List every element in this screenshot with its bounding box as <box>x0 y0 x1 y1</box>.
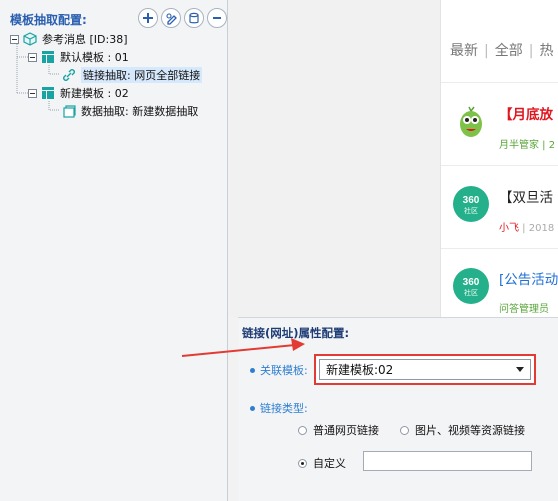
tree-node-label: 链接抽取: 网页全部链接 <box>81 67 203 83</box>
news-meta: 小飞 | 2018 <box>499 219 554 234</box>
360-community-avatar[interactable]: 360 社区 <box>453 186 489 222</box>
link-type-label-text: 链接类型: <box>260 402 308 415</box>
plus-icon <box>143 13 153 23</box>
news-title[interactable]: 【双旦活 <box>499 186 553 206</box>
collapse-toggle[interactable] <box>10 34 19 44</box>
news-tabs: 最新 | 全部 | 热 <box>450 43 554 59</box>
cube-icon <box>22 31 38 47</box>
template-icon <box>40 49 56 65</box>
svg-text:360: 360 <box>463 195 480 206</box>
tree-node-label: 新建模板 : 02 <box>60 87 129 100</box>
link-icon <box>61 67 77 83</box>
collapse-toggle[interactable] <box>28 88 37 98</box>
radio-label: 普通网页链接 <box>313 424 379 437</box>
collapse-toggle[interactable] <box>28 52 37 62</box>
related-template-label: 关联模板: <box>250 362 308 378</box>
edit-link-button[interactable] <box>161 8 181 28</box>
related-template-select[interactable]: 新建模板:02 <box>319 359 531 380</box>
tab-all[interactable]: 全部 <box>495 43 523 59</box>
template-config-panel: 模板抽取配置: 参考消息 [ID:38] 默认模板: 01 链接抽取: 网页全… <box>0 0 228 501</box>
related-template-label-text: 关联模板: <box>260 364 308 377</box>
add-data-button[interactable] <box>184 8 204 28</box>
tree-node-link-extract[interactable]: 链接抽取: 网页全部链接 <box>61 66 203 84</box>
radio-custom[interactable]: 自定义 <box>298 455 346 471</box>
news-author[interactable]: 小飞 <box>499 223 519 234</box>
divider <box>441 82 558 83</box>
tree-node-label: 默认模板 : 01 <box>60 51 129 64</box>
divider <box>441 248 558 249</box>
highlight-box: 新建模板:02 <box>314 354 536 385</box>
news-meta: 月半管家 | 2 <box>499 140 556 151</box>
link-edit-icon <box>165 12 177 25</box>
tree-node-label: 数据抽取: 新建数据抽取 <box>81 105 199 118</box>
news-title[interactable]: 【月底放 <box>499 103 553 123</box>
custom-link-input[interactable] <box>363 451 532 471</box>
radio-normal-link[interactable]: 普通网页链接 <box>298 422 379 438</box>
bullet-icon <box>250 367 255 373</box>
tab-latest[interactable]: 最新 <box>450 43 478 59</box>
template-icon <box>40 85 56 101</box>
radio-button[interactable] <box>400 425 409 435</box>
tree-node-root[interactable]: 参考消息 [ID:38] <box>10 30 128 48</box>
radio-button[interactable] <box>298 425 307 435</box>
divider <box>441 165 558 166</box>
attr-panel-title: 链接(网址)属性配置: <box>242 326 350 340</box>
tree-node-label: 参考消息 [ID:38] <box>42 33 128 46</box>
news-title[interactable]: [公告活动 <box>499 268 558 288</box>
minus-icon <box>213 17 221 19</box>
svg-text:360: 360 <box>463 277 480 288</box>
web-page-preview: 最新 | 全部 | 热 【月底放 月半管家 | 2 360 社区 【双旦活 小飞 | 20… <box>440 0 558 317</box>
mascot-avatar[interactable] <box>453 104 489 140</box>
news-meta: 问答管理员 <box>499 304 549 315</box>
data-extract-icon <box>61 103 77 119</box>
tree-toolbar <box>138 8 227 28</box>
tree-node-data-extract[interactable]: 数据抽取: 新建数据抽取 <box>61 102 198 120</box>
tree-node-new-template[interactable]: 新建模板 : 02 <box>28 84 129 102</box>
preview-background <box>229 0 440 317</box>
radio-label: 自定义 <box>313 457 346 470</box>
news-date: | 2018 <box>519 223 555 234</box>
radio-resource-link[interactable]: 图片、视频等资源链接 <box>400 422 525 438</box>
tree-node-default-template[interactable]: 默认模板 : 01 <box>28 48 129 66</box>
link-type-label: 链接类型: <box>250 400 308 416</box>
svg-text:社区: 社区 <box>464 206 478 215</box>
panel-title: 模板抽取配置: <box>10 13 87 27</box>
360-community-avatar[interactable]: 360 社区 <box>453 268 489 304</box>
bullet-icon <box>250 405 255 411</box>
selected-value: 新建模板:02 <box>326 363 394 377</box>
link-attribute-panel: 链接(网址)属性配置: 关联模板: 新建模板:02 链接类型: 普通网页链接 图… <box>238 317 558 501</box>
remove-button[interactable] <box>207 8 227 28</box>
database-add-icon <box>188 12 199 23</box>
radio-button[interactable] <box>298 458 307 468</box>
add-button[interactable] <box>138 8 158 28</box>
radio-label: 图片、视频等资源链接 <box>415 424 525 437</box>
svg-text:社区: 社区 <box>464 288 478 297</box>
chevron-down-icon <box>516 367 524 372</box>
tab-hot[interactable]: 热 <box>539 43 553 59</box>
